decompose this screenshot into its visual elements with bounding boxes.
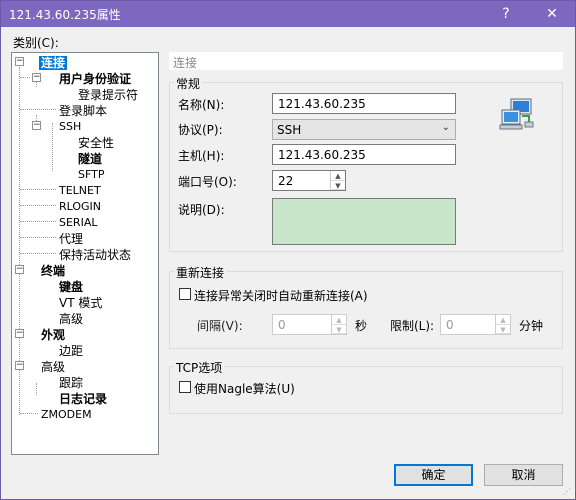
reconnect-group: [169, 271, 563, 349]
tree-item-sftp[interactable]: SFTP: [78, 168, 104, 182]
chevron-down-icon: ⌄: [441, 122, 450, 133]
tree-item-log[interactable]: 日志记录: [59, 392, 107, 406]
resize-grip-icon[interactable]: ⋰: [563, 487, 573, 497]
cancel-button[interactable]: 取消: [484, 464, 563, 486]
tree-item-vt-mode[interactable]: VT 模式: [59, 296, 102, 310]
ok-button[interactable]: 确定: [394, 464, 473, 486]
tree-item-terminal[interactable]: 终端: [41, 264, 65, 278]
tree-item-keepalive[interactable]: 保持活动状态: [59, 248, 131, 262]
close-button[interactable]: ✕: [529, 1, 575, 27]
interval-input: 0 ▲ ▼: [272, 314, 347, 335]
protocol-select[interactable]: SSH ⌄: [272, 119, 456, 140]
auto-reconnect-checkbox[interactable]: [179, 288, 191, 300]
interval-unit: 秒: [355, 319, 368, 333]
tree-item-terminal-advanced[interactable]: 高级: [59, 312, 83, 326]
tree-item-serial[interactable]: SERIAL: [59, 216, 97, 230]
panel-header: 连接: [169, 52, 563, 70]
tree-item-ssh[interactable]: SSH: [59, 120, 81, 134]
tree-item-login-prompt[interactable]: 登录提示符: [78, 88, 138, 102]
interval-label: 间隔(V):: [197, 319, 243, 333]
name-label: 名称(N):: [178, 98, 225, 112]
host-input[interactable]: 121.43.60.235: [272, 144, 456, 165]
reconnect-legend: 重新连接: [174, 264, 227, 281]
limit-input: 0 ▲ ▼: [440, 314, 511, 335]
port-down-icon[interactable]: ▼: [331, 181, 345, 190]
port-stepper[interactable]: ▲ ▼: [330, 171, 345, 190]
panel-title: 连接: [173, 56, 198, 70]
collapse-connection-icon[interactable]: −: [15, 57, 24, 66]
host-label: 主机(H):: [178, 149, 225, 163]
limit-unit: 分钟: [519, 319, 544, 333]
tree-item-appearance[interactable]: 外观: [41, 328, 65, 342]
tree-item-rlogin[interactable]: RLOGIN: [59, 200, 101, 214]
tree-item-margin[interactable]: 边距: [59, 344, 83, 358]
nagle-label: 使用Nagle算法(U): [194, 382, 295, 396]
tree-item-connection[interactable]: 连接: [39, 56, 68, 70]
interval-down-icon: ▼: [332, 325, 346, 334]
general-legend: 常规: [174, 75, 203, 92]
collapse-terminal-icon[interactable]: −: [15, 265, 24, 274]
interval-value: 0: [278, 318, 286, 332]
port-value: 22: [278, 174, 294, 188]
properties-dialog: 121.43.60.235属性 ? ✕ 类别(C): − − − − − − 连…: [0, 0, 576, 500]
collapse-auth-icon[interactable]: −: [32, 73, 41, 82]
category-tree[interactable]: − − − − − − 连接 用户身份验证 登录提示符 登录脚本 SSH 安全性…: [11, 52, 159, 455]
description-textarea[interactable]: [272, 198, 456, 245]
collapse-advanced-icon[interactable]: −: [15, 361, 24, 370]
interval-stepper: ▲ ▼: [331, 315, 346, 334]
port-up-icon[interactable]: ▲: [331, 171, 345, 181]
limit-up-icon: ▲: [496, 315, 510, 325]
auto-reconnect-label: 连接异常关闭时自动重新连接(A): [194, 289, 368, 303]
tree-item-tunnel[interactable]: 隧道: [78, 152, 102, 166]
desc-label: 说明(D):: [178, 203, 225, 217]
category-label: 类别(C):: [13, 36, 59, 50]
tcp-legend: TCP选项: [174, 359, 225, 376]
tree-item-proxy[interactable]: 代理: [59, 232, 83, 246]
nagle-checkbox[interactable]: [179, 381, 191, 393]
tree-item-auth[interactable]: 用户身份验证: [59, 72, 131, 86]
tree-item-zmodem[interactable]: ZMODEM: [41, 408, 92, 422]
collapse-appearance-icon[interactable]: −: [15, 329, 24, 338]
tree-item-trace[interactable]: 跟踪: [59, 376, 83, 390]
title-bar: 121.43.60.235属性 ? ✕: [1, 1, 575, 27]
interval-up-icon: ▲: [332, 315, 346, 325]
tree-item-advanced[interactable]: 高级: [41, 360, 65, 374]
window-title: 121.43.60.235属性: [9, 8, 121, 22]
port-input[interactable]: 22 ▲ ▼: [272, 170, 346, 191]
limit-stepper: ▲ ▼: [495, 315, 510, 334]
tree-item-security[interactable]: 安全性: [78, 136, 114, 150]
limit-down-icon: ▼: [496, 325, 510, 334]
help-button[interactable]: ?: [483, 1, 529, 27]
network-icon: [499, 98, 534, 130]
protocol-value: SSH: [277, 123, 302, 137]
port-label: 端口号(O):: [178, 175, 237, 189]
limit-label: 限制(L):: [390, 319, 435, 333]
tree-item-keyboard[interactable]: 键盘: [59, 280, 83, 294]
name-input[interactable]: 121.43.60.235: [272, 93, 456, 114]
collapse-ssh-icon[interactable]: −: [32, 121, 41, 130]
tree-item-login-script[interactable]: 登录脚本: [59, 104, 107, 118]
protocol-label: 协议(P):: [178, 123, 223, 137]
tree-item-telnet[interactable]: TELNET: [59, 184, 101, 198]
limit-value: 0: [446, 318, 454, 332]
